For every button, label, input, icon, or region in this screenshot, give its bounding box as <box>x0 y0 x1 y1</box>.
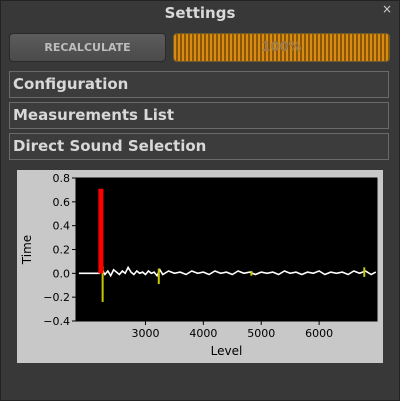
x-tick-label: 6000 <box>305 327 333 340</box>
y-tick-label: 0.2 <box>53 244 71 257</box>
y-tick-label: 0.8 <box>53 172 71 185</box>
plot-area <box>76 178 377 321</box>
close-icon[interactable]: × <box>381 3 393 15</box>
recalculate-button[interactable]: RECALCULATE <box>9 33 166 62</box>
y-tick-label: −0.4 <box>43 315 70 328</box>
window-title: Settings <box>164 4 236 22</box>
chart[interactable]: −0.4 −0.2 0.0 0.2 0.4 0.6 0.8 3000 4000 5000 6000 L… <box>17 170 383 363</box>
chart-frame: −0.4 −0.2 0.0 0.2 0.4 0.6 0.8 3000 4000 5000 6000 L… <box>17 170 383 363</box>
x-tick-label: 5000 <box>247 327 275 340</box>
section-measurements-list[interactable]: Measurements List <box>9 102 389 129</box>
progress-bar: 100% <box>173 33 390 62</box>
y-tick-label: −0.2 <box>43 291 70 304</box>
section-direct-sound-selection[interactable]: Direct Sound Selection <box>9 133 389 160</box>
settings-panel: Settings × RECALCULATE 100% Configuratio… <box>0 0 400 401</box>
y-tick-label: 0.4 <box>53 220 71 233</box>
progress-label: 100% <box>261 40 302 55</box>
y-axis-label: Time <box>20 235 34 265</box>
x-axis-label: Level <box>211 344 243 358</box>
x-tick-label: 3000 <box>131 327 159 340</box>
y-tick-label: 0.6 <box>53 196 71 209</box>
y-tick-label: 0.0 <box>53 267 71 280</box>
section-configuration[interactable]: Configuration <box>9 71 389 98</box>
x-tick-label: 4000 <box>189 327 217 340</box>
